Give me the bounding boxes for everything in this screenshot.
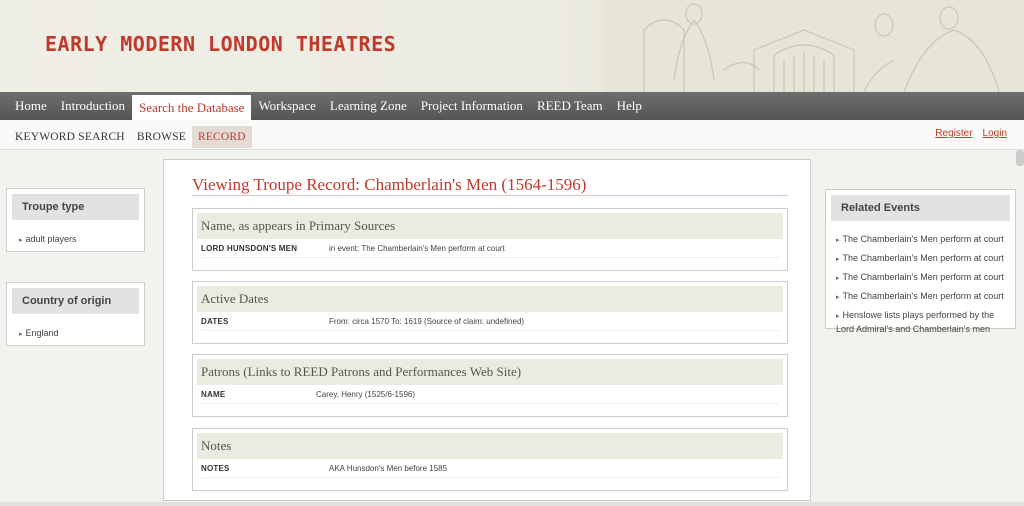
register-link[interactable]: Register: [935, 128, 972, 139]
nav-search-database[interactable]: Search the Database: [132, 95, 252, 120]
nav-learning-zone[interactable]: Learning Zone: [323, 92, 414, 120]
subnav-keyword-search[interactable]: KEYWORD SEARCH: [9, 126, 131, 148]
country-item[interactable]: ▸ England: [19, 327, 132, 341]
site-title[interactable]: EARLY MODERN LONDON THEATRES: [45, 32, 396, 56]
section-active-dates: Active Dates DATES From: circa 1570 To: …: [192, 281, 788, 344]
related-event-label: The Chamberlain's Men perform at court: [842, 272, 1004, 282]
related-event-item[interactable]: ▸ The Chamberlain's Men perform at court: [836, 252, 1007, 266]
field-value[interactable]: in event: The Chamberlain's Men perform …: [329, 244, 505, 253]
section-heading: Name, as appears in Primary Sources: [197, 213, 783, 239]
country-panel: Country of origin ▸ England: [6, 282, 145, 346]
nav-home[interactable]: Home: [8, 92, 54, 120]
field-key: DATES: [201, 317, 229, 326]
subnav-browse[interactable]: BROWSE: [131, 126, 192, 148]
sub-nav: KEYWORD SEARCH BROWSE RECORD Register Lo…: [0, 120, 1024, 150]
record-content: Viewing Troupe Record: Chamberlain's Men…: [163, 159, 811, 501]
troupe-type-label: adult players: [25, 234, 77, 244]
section-heading: Patrons (Links to REED Patrons and Perfo…: [197, 359, 783, 385]
field-row: NOTES AKA Hunsdon's Men before 1585: [201, 464, 779, 478]
arrow-right-icon: ▸: [836, 294, 840, 301]
arrow-right-icon: ▸: [836, 313, 840, 320]
related-events-heading: Related Events: [831, 195, 1010, 221]
field-row: LORD HUNSDON'S MEN in event: The Chamber…: [201, 244, 779, 258]
section-primary-names: Name, as appears in Primary Sources LORD…: [192, 208, 788, 271]
related-event-item[interactable]: ▸ The Chamberlain's Men perform at court: [836, 290, 1007, 304]
title-divider: [192, 195, 788, 196]
nav-workspace[interactable]: Workspace: [251, 92, 322, 120]
field-value: From: circa 1570 To: 1619 (Source of cla…: [329, 317, 525, 326]
troupe-type-item[interactable]: ▸ adult players: [19, 233, 132, 247]
field-row: NAME Carey, Henry (1525/6-1596): [201, 390, 779, 404]
field-key: NOTES: [201, 464, 230, 473]
main-nav: Home Introduction Search the Database Wo…: [0, 92, 1024, 120]
troupe-type-heading: Troupe type: [12, 194, 139, 220]
login-link[interactable]: Login: [983, 128, 1007, 139]
related-event-label: The Chamberlain's Men perform at court: [842, 291, 1004, 301]
field-value[interactable]: Carey, Henry (1525/6-1596): [316, 390, 415, 399]
field-key: NAME: [201, 390, 226, 399]
country-heading: Country of origin: [12, 288, 139, 314]
field-key: LORD HUNSDON'S MEN: [201, 244, 298, 253]
troupe-type-panel: Troupe type ▸ adult players: [6, 188, 145, 252]
nav-introduction[interactable]: Introduction: [54, 92, 132, 120]
page-title: Viewing Troupe Record: Chamberlain's Men…: [192, 175, 587, 194]
scrollbar-thumb[interactable]: [1016, 150, 1024, 166]
related-events-panel: Related Events ▸ The Chamberlain's Men pe…: [825, 189, 1016, 334]
site-header: EARLY MODERN LONDON THEATRES: [0, 0, 1024, 92]
related-event-label: Henslowe lists plays performed by the Lo…: [836, 310, 995, 334]
section-heading: Notes: [197, 433, 783, 459]
related-event-label: The Chamberlain's Men perform at court: [842, 234, 1004, 244]
arrow-right-icon: ▸: [19, 331, 23, 338]
section-patrons: Patrons (Links to REED Patrons and Perfo…: [192, 354, 788, 417]
related-event-item[interactable]: ▸ The Chamberlain's Men perform at court: [836, 233, 1007, 247]
country-label: England: [25, 328, 59, 338]
arrow-right-icon: ▸: [836, 275, 840, 282]
related-event-item[interactable]: ▸ The Chamberlain's Men perform at court: [836, 271, 1007, 285]
related-event-item[interactable]: ▸ Henslowe lists plays performed by the L…: [836, 309, 1007, 335]
page-bottom-edge: [0, 502, 1024, 506]
nav-reed-team[interactable]: REED Team: [530, 92, 610, 120]
field-value: AKA Hunsdon's Men before 1585: [329, 464, 448, 473]
section-heading: Active Dates: [197, 286, 783, 312]
related-event-label: The Chamberlain's Men perform at court: [842, 253, 1004, 263]
arrow-right-icon: ▸: [19, 237, 23, 244]
header-engraving-image: [604, 0, 1024, 92]
subnav-record[interactable]: RECORD: [191, 126, 252, 148]
nav-help[interactable]: Help: [610, 92, 649, 120]
nav-project-information[interactable]: Project Information: [414, 92, 530, 120]
section-notes: Notes NOTES AKA Hunsdon's Men before 158…: [192, 428, 788, 491]
arrow-right-icon: ▸: [836, 237, 840, 244]
field-row: DATES From: circa 1570 To: 1619 (Source …: [201, 317, 779, 331]
arrow-right-icon: ▸: [836, 256, 840, 263]
